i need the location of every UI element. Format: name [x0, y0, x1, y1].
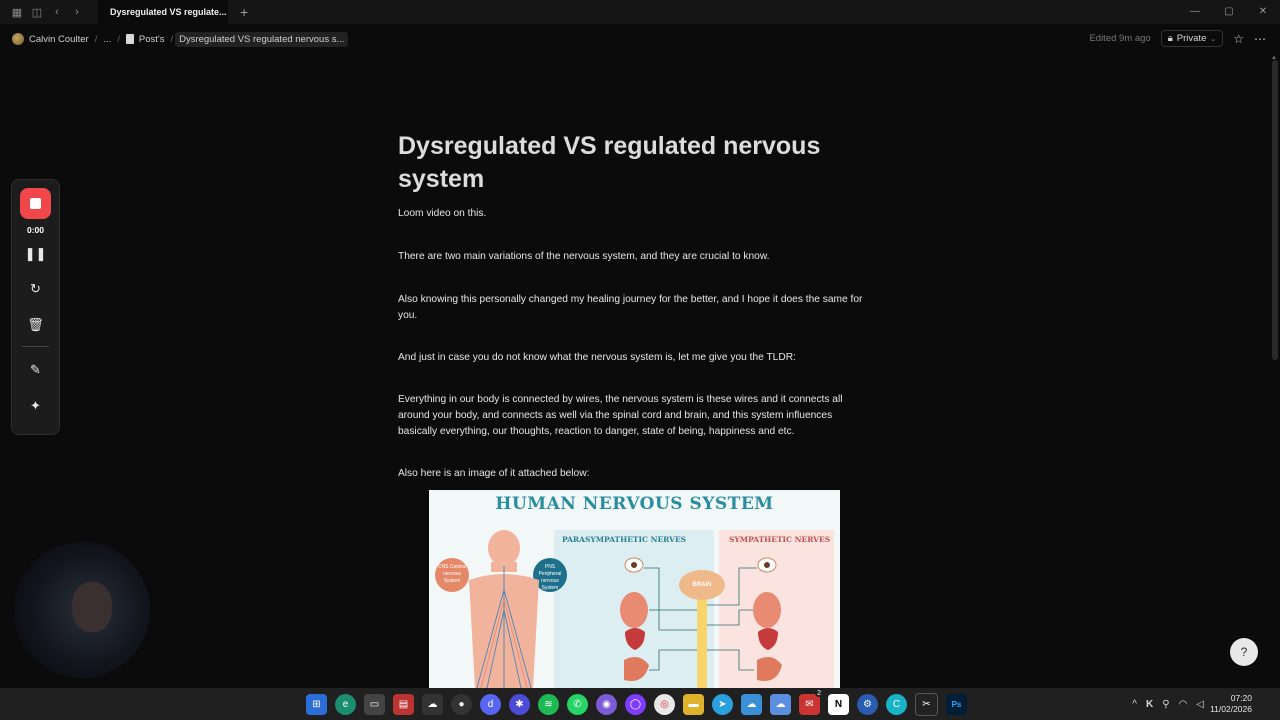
- titlebar-nav: ▦ ◫ ‹ ›: [0, 6, 98, 19]
- nervous-system-image[interactable]: HUMAN NERVOUS SYSTEM PARASYMPATHETIC NER…: [429, 490, 840, 688]
- chevron-down-icon: ⌄: [1210, 35, 1217, 43]
- help-button[interactable]: ?: [1230, 638, 1258, 666]
- breadcrumb-current[interactable]: Dysregulated VS regulated nervous s...: [175, 31, 349, 47]
- privacy-label: Private: [1176, 33, 1207, 44]
- webcam-face: [72, 582, 112, 632]
- app-icon[interactable]: ▤: [393, 693, 414, 715]
- new-tab-button[interactable]: +: [240, 4, 248, 20]
- clock-date: 11/02/2026: [1210, 704, 1252, 714]
- paragraph[interactable]: Also knowing this personally changed my …: [398, 292, 868, 324]
- body-illustration: [469, 530, 782, 688]
- recording-timer: 0:00: [26, 225, 44, 235]
- app-menu-icon[interactable]: ▦: [10, 6, 24, 19]
- canva-icon[interactable]: C: [886, 693, 907, 715]
- browser-icon[interactable]: ◯: [625, 693, 646, 715]
- volume-icon[interactable]: ◁: [1196, 699, 1204, 710]
- webcam-bubble[interactable]: [14, 542, 150, 678]
- workspace-name: Calvin Coulter: [29, 33, 89, 45]
- draw-pen-icon[interactable]: ✎: [12, 362, 59, 378]
- breadcrumb-separator: /: [170, 33, 174, 45]
- tray-app-icon[interactable]: K: [1146, 699, 1153, 710]
- privacy-button[interactable]: 🔒︎ Private ⌄: [1160, 30, 1224, 47]
- github-icon[interactable]: ●: [451, 693, 472, 715]
- favorite-star-icon[interactable]: ☆: [1233, 32, 1244, 46]
- app-icon-purple[interactable]: ◉: [596, 693, 617, 715]
- mail-app-icon[interactable]: ✉ 2: [799, 689, 823, 715]
- paragraph[interactable]: Loom video on this.: [398, 206, 868, 222]
- system-tray: ^ K ⚲ ◠ ◁: [1132, 688, 1204, 720]
- tray-overflow-icon[interactable]: ^: [1132, 699, 1137, 710]
- notion-icon[interactable]: N: [828, 693, 849, 715]
- sidebar-toggle-icon[interactable]: ◫: [30, 6, 44, 19]
- cloud-storage-icon[interactable]: ☁: [770, 693, 791, 715]
- more-options-icon[interactable]: ⋯: [1254, 32, 1266, 46]
- minimize-button[interactable]: —: [1178, 0, 1212, 24]
- page-icon: [125, 34, 134, 44]
- taskbar: ⊞ e ▭ ▤ ☁ ● d ✱ ≋ ✆ ◉ ◯ ◎ ▬ ➤ ☁ ☁ ✉ 2 N …: [0, 688, 1280, 720]
- workspace-avatar: [12, 33, 24, 45]
- photoshop-icon[interactable]: Ps: [946, 693, 967, 715]
- start-icon[interactable]: ⊞: [306, 693, 327, 715]
- settings-gear-icon[interactable]: ⚙: [857, 693, 878, 715]
- confetti-icon[interactable]: ✦: [12, 398, 59, 414]
- breadcrumb: Calvin Coulter / ... / Post's / Dysregul…: [0, 28, 1280, 50]
- paragraph[interactable]: Also here is an image of it attached bel…: [398, 466, 868, 482]
- brain-label: BRAIN: [679, 570, 725, 600]
- whatsapp-icon[interactable]: ✆: [567, 693, 588, 715]
- window-controls: — ▢ ✕: [1178, 0, 1280, 24]
- chrome-icon[interactable]: ◎: [654, 693, 675, 715]
- page-scrollbar[interactable]: [1272, 60, 1278, 360]
- edited-timestamp: Edited 9m ago: [1089, 33, 1151, 44]
- telegram-icon[interactable]: ➤: [712, 693, 733, 715]
- edge-icon[interactable]: e: [335, 693, 356, 715]
- toolbar-divider: [22, 346, 49, 347]
- ellipsis-label: ...: [103, 33, 112, 45]
- breadcrumb-workspace[interactable]: Calvin Coulter: [8, 31, 93, 47]
- lock-icon: 🔒︎: [1167, 33, 1173, 44]
- onedrive-icon[interactable]: ☁: [741, 693, 762, 715]
- folder-icon[interactable]: ▬: [683, 693, 704, 715]
- breadcrumb-separator: /: [117, 33, 120, 45]
- tab-current-page[interactable]: Dysregulated VS regulate...: [98, 0, 228, 24]
- delete-icon[interactable]: 🗑︎: [12, 317, 59, 333]
- capcut-icon[interactable]: ✂: [915, 692, 938, 716]
- current-label: Dysregulated VS regulated nervous s...: [179, 33, 345, 45]
- file-explorer-icon[interactable]: ▭: [364, 693, 385, 715]
- maximize-button[interactable]: ▢: [1212, 0, 1246, 24]
- stop-recording-button[interactable]: [20, 188, 51, 219]
- title-bar: ▦ ◫ ‹ › Dysregulated VS regulate... + — …: [0, 0, 1280, 24]
- spotify-icon[interactable]: ≋: [538, 693, 559, 715]
- back-icon[interactable]: ‹: [50, 6, 64, 18]
- paragraph[interactable]: There are two main variations of the ner…: [398, 249, 868, 265]
- page-header-actions: Edited 9m ago 🔒︎ Private ⌄ ☆ ⋯: [1089, 30, 1266, 47]
- forward-icon[interactable]: ›: [70, 6, 84, 18]
- breadcrumb-parent[interactable]: Post's: [122, 32, 169, 47]
- close-button[interactable]: ✕: [1246, 0, 1280, 24]
- clock-time: 07:20: [1230, 693, 1252, 703]
- tab-title: Dysregulated VS regulate...: [110, 7, 227, 17]
- notification-badge: 2: [815, 689, 823, 697]
- vpn-icon[interactable]: ⚲: [1162, 699, 1169, 710]
- pause-icon[interactable]: ❚❚: [12, 246, 59, 262]
- paragraph[interactable]: Everything in our body is connected by w…: [398, 392, 868, 440]
- page-content: Dysregulated VS regulated nervous system…: [398, 130, 868, 482]
- taskbar-apps: ⊞ e ▭ ▤ ☁ ● d ✱ ≋ ✆ ◉ ◯ ◎ ▬ ➤ ☁ ☁ ✉ 2 N …: [306, 688, 967, 720]
- parent-label: Post's: [138, 33, 165, 45]
- wifi-icon[interactable]: ◠: [1179, 699, 1188, 710]
- paragraph[interactable]: And just in case you do not know what th…: [398, 350, 868, 366]
- recording-toolbar: 0:00 ❚❚ ↻ 🗑︎ ✎ ✦: [11, 179, 60, 435]
- discord-icon[interactable]: d: [480, 693, 501, 715]
- breadcrumb-separator: /: [94, 33, 98, 45]
- taskbar-clock[interactable]: 07:20 11/02/2026: [1210, 693, 1252, 715]
- cloud-app-icon[interactable]: ☁: [422, 693, 443, 715]
- breadcrumb-ellipsis[interactable]: ...: [99, 32, 115, 47]
- page-title[interactable]: Dysregulated VS regulated nervous system: [398, 130, 868, 196]
- restart-icon[interactable]: ↻: [12, 281, 59, 297]
- loom-icon[interactable]: ✱: [509, 693, 530, 715]
